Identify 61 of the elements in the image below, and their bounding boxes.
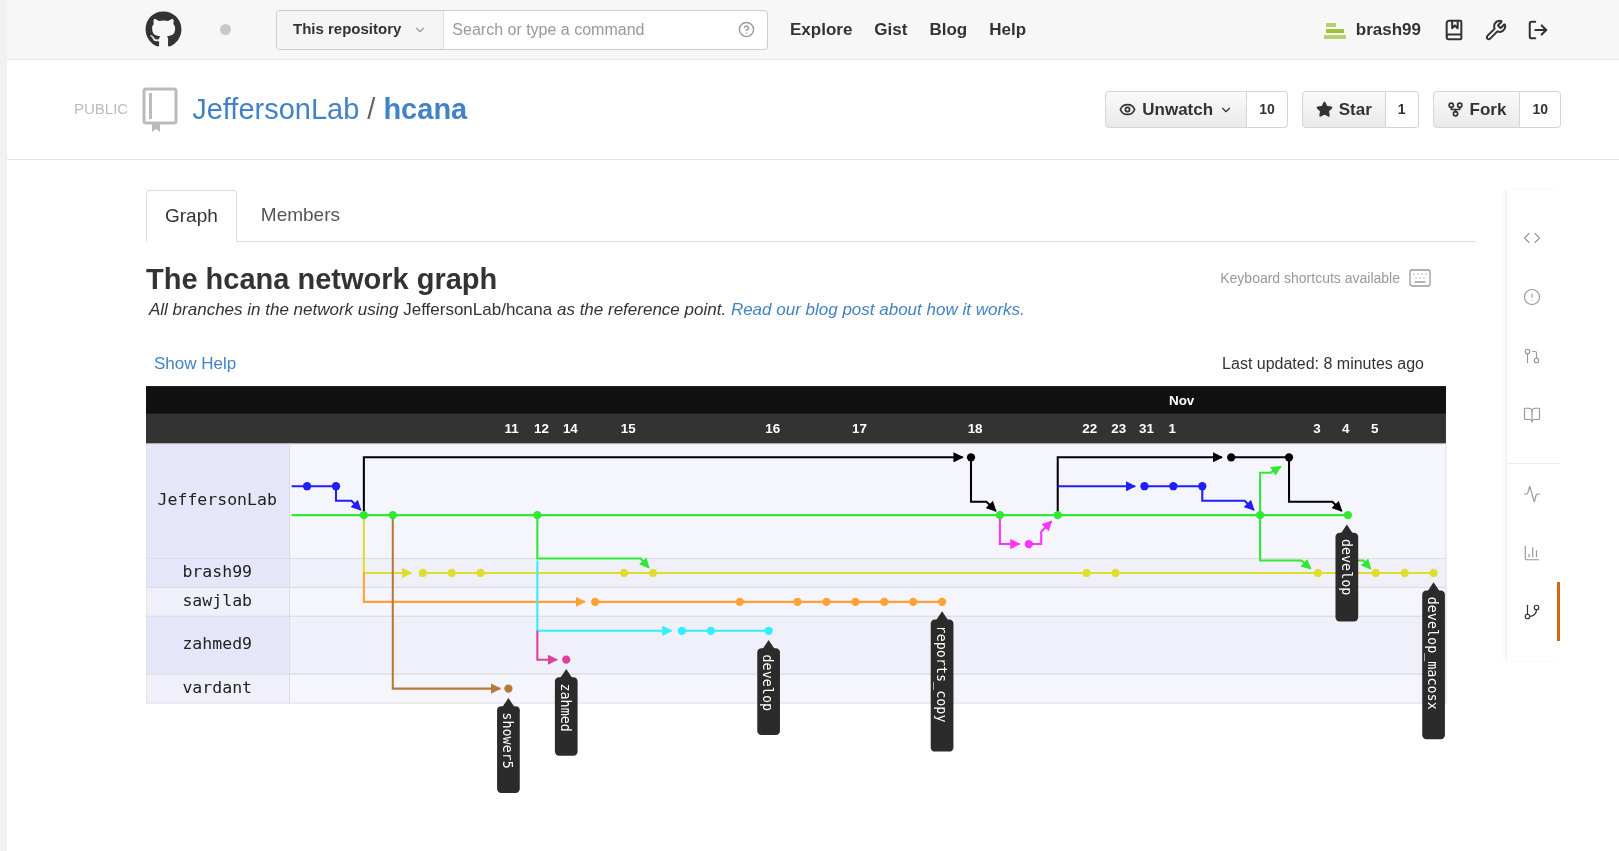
day-label: 1 — [1168, 420, 1177, 436]
nav-link[interactable]: Help — [989, 16, 1027, 43]
keyboard-icon[interactable] — [1408, 266, 1432, 290]
day-label: 15 — [620, 420, 636, 436]
settings-icon[interactable] — [1485, 18, 1507, 41]
day-label: 4 — [1342, 420, 1350, 436]
blog-post-link[interactable]: Read our blog post about how it works. — [730, 300, 1025, 319]
day-label: 18 — [967, 420, 983, 436]
fork-icon — [1446, 101, 1464, 118]
user-name: sawjlab — [182, 591, 253, 610]
description-text: All branches in the network using JeffersonLab/hcana as the reference point. — [149, 300, 727, 319]
user-name: vardant — [182, 677, 253, 697]
nav-link[interactable]: Blog — [929, 16, 968, 43]
bar-chart-icon — [1523, 543, 1541, 562]
count-link[interactable]: 10 — [1520, 91, 1561, 128]
nav-link[interactable]: Explore — [790, 16, 853, 43]
user-name: brash99 — [182, 562, 253, 582]
star-icon — [1315, 101, 1333, 118]
pulse-icon — [1523, 484, 1541, 503]
fork-button[interactable]: Fork — [1432, 91, 1521, 128]
alert-icon — [1523, 287, 1541, 306]
shortcuts-note: Keyboard shortcuts available — [1220, 268, 1400, 288]
day-label: 31 — [1139, 420, 1154, 436]
month-label: Nov — [1168, 392, 1195, 408]
tab[interactable]: Graph — [146, 190, 237, 242]
tab[interactable]: Members — [236, 190, 364, 241]
pull-request-icon — [1523, 346, 1541, 365]
user-link[interactable]: brash99 — [1355, 16, 1421, 43]
day-label: 11 — [504, 420, 519, 436]
owner-link[interactable]: JeffersonLab — [192, 87, 360, 132]
count-link[interactable]: 10 — [1247, 91, 1288, 128]
scope-dropdown[interactable]: This repository — [277, 10, 445, 49]
github-logo-icon[interactable] — [145, 11, 182, 48]
show-help-link[interactable]: Show Help — [154, 350, 237, 376]
day-label: 5 — [1371, 420, 1379, 436]
help-icon[interactable] — [738, 21, 755, 38]
new-repo-icon[interactable] — [1443, 18, 1465, 41]
page-heading: The hcana network graph — [146, 262, 498, 296]
day-label: 16 — [765, 420, 781, 436]
star-button[interactable]: Star — [1301, 91, 1386, 128]
user-name: JeffersonLab — [157, 489, 277, 509]
day-label: 3 — [1313, 420, 1321, 436]
branch-icon — [1523, 602, 1541, 621]
day-label: 14 — [562, 420, 578, 436]
repo-book-icon — [142, 86, 179, 133]
book-icon — [1523, 405, 1541, 424]
user-name: zahmed9 — [182, 634, 253, 654]
repo-name-link[interactable]: hcana — [383, 87, 468, 132]
count-link[interactable]: 1 — [1385, 91, 1419, 128]
watch-button[interactable]: Unwatch — [1105, 91, 1248, 128]
search-field[interactable]: This repository Search or type a command — [276, 9, 768, 50]
last-updated-text: Last updated: 8 minutes ago — [1222, 354, 1424, 374]
visibility-label: PUBLIC — [74, 99, 129, 120]
day-label: 17 — [852, 420, 867, 436]
path-separator: / — [367, 91, 376, 127]
nav-link[interactable]: Gist — [874, 16, 908, 43]
day-label: 22 — [1082, 420, 1098, 436]
day-label: 12 — [534, 420, 549, 436]
day-label: 23 — [1111, 420, 1127, 436]
eye-icon — [1119, 101, 1137, 118]
sign-out-icon[interactable] — [1527, 18, 1549, 41]
